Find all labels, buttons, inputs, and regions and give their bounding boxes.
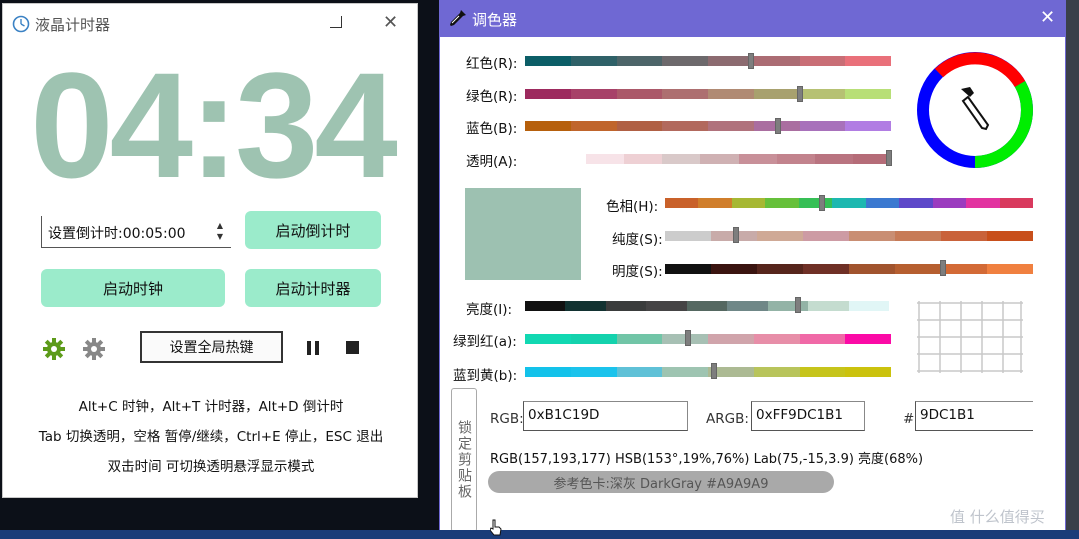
red-label: 红色(R):: [466, 56, 518, 72]
clock-icon: [12, 15, 30, 33]
alpha-label: 透明(A):: [466, 154, 518, 170]
settings-gear-icon[interactable]: [82, 337, 106, 361]
hash-label: #: [903, 411, 915, 427]
argb-hex-label: ARGB:: [706, 411, 749, 427]
rgb-hex-field[interactable]: 0xB1C19D: [523, 401, 688, 431]
color-picker-window: 调色器 ✕ 红色(R): 绿色(R): 蓝色(B): 透明(A): 色相(H):…: [439, 0, 1066, 534]
picker-titlebar[interactable]: 调色器 ✕: [440, 1, 1065, 37]
countdown-field[interactable]: 设置倒计时:00:05:00 ▲ ▼: [41, 216, 231, 248]
pause-icon[interactable]: [307, 341, 319, 355]
timer-window-title: 液晶计时器: [35, 16, 111, 34]
lightness-label: 亮度(I):: [466, 302, 513, 318]
taskbar: [0, 530, 1079, 539]
color-info-line: RGB(157,193,177) HSB(153°,19%,76%) Lab(7…: [490, 452, 924, 467]
alpha-slider[interactable]: [586, 154, 891, 164]
blue-label: 蓝色(B):: [466, 121, 518, 137]
start-timer-button[interactable]: 启动计时器: [245, 269, 381, 307]
hash-hex-field[interactable]: 9DC1B1: [915, 401, 1033, 431]
alpha-thumb[interactable]: [886, 150, 892, 166]
color-wheel[interactable]: [916, 51, 1034, 169]
eyedropper-icon: [450, 10, 466, 26]
close-icon[interactable]: ✕: [1040, 7, 1055, 28]
green-label: 绿色(R):: [466, 89, 518, 105]
red-thumb[interactable]: [748, 53, 754, 69]
picker-window-title: 调色器: [472, 11, 518, 29]
pixel-grid[interactable]: [917, 301, 1023, 373]
help-line-3: 双击时间 可切换透明悬浮显示模式: [107, 459, 315, 475]
timer-titlebar[interactable]: 液晶计时器 ✕: [3, 4, 417, 42]
start-clock-button[interactable]: 启动时钟: [41, 269, 225, 307]
minimize-icon[interactable]: [330, 16, 342, 28]
argb-hex-field[interactable]: 0xFF9DC1B1: [751, 401, 865, 431]
help-line-1: Alt+C 时钟，Alt+T 计时器，Alt+D 倒计时: [78, 399, 344, 415]
background-window-edge: [1066, 0, 1079, 534]
eyedropper-icon: [961, 87, 990, 131]
reference-color-card[interactable]: 参考色卡:深灰 DarkGray #A9A9A9: [488, 471, 834, 493]
lightness-slider[interactable]: [525, 301, 889, 311]
watermark: 值 什么值得买: [950, 508, 1045, 526]
saturation-thumb[interactable]: [733, 227, 739, 243]
lock-clipboard-button[interactable]: 锁定剪贴板: [451, 388, 477, 532]
brightness-thumb[interactable]: [940, 260, 946, 276]
current-color-swatch: [465, 188, 581, 280]
blue-yellow-label: 蓝到黄(b):: [453, 368, 518, 384]
blue-yellow-slider[interactable]: [525, 367, 891, 377]
green-red-slider[interactable]: [525, 334, 891, 344]
red-slider[interactable]: [525, 56, 891, 66]
start-countdown-button[interactable]: 启动倒计时: [245, 211, 381, 249]
blue-thumb[interactable]: [775, 118, 781, 134]
saturation-label: 纯度(S):: [612, 232, 663, 248]
help-line-2: Tab 切换透明，空格 暂停/继续，Ctrl+E 停止，ESC 退出: [38, 429, 384, 445]
gear-icon[interactable]: [42, 337, 66, 361]
green-thumb[interactable]: [797, 86, 803, 102]
stop-icon[interactable]: [346, 341, 359, 354]
rgb-hex-label: RGB:: [490, 411, 524, 427]
set-hotkey-button[interactable]: 设置全局热键: [140, 331, 283, 363]
countdown-input[interactable]: 设置倒计时:00:05:00: [48, 223, 186, 243]
brightness-slider[interactable]: [665, 264, 1033, 274]
timer-window: 液晶计时器 ✕ 04:34 设置倒计时:00:05:00 ▲ ▼ 启动倒计时 启动…: [2, 3, 418, 498]
blue-yellow-thumb[interactable]: [711, 363, 717, 379]
close-icon[interactable]: ✕: [383, 12, 398, 33]
saturation-slider[interactable]: [665, 231, 1033, 241]
green-red-label: 绿到红(a):: [453, 334, 517, 350]
hue-slider[interactable]: [665, 198, 1033, 208]
lightness-thumb[interactable]: [795, 297, 801, 313]
green-slider[interactable]: [525, 89, 891, 99]
hue-thumb[interactable]: [819, 195, 825, 211]
spinner-icon[interactable]: ▲ ▼: [213, 220, 227, 244]
blue-slider[interactable]: [525, 121, 891, 131]
brightness-label: 明度(S):: [612, 264, 663, 280]
green-red-thumb[interactable]: [685, 330, 691, 346]
hue-label: 色相(H):: [606, 199, 659, 215]
time-display[interactable]: 04:34: [17, 50, 407, 200]
mouse-pointer-icon: [490, 519, 502, 536]
